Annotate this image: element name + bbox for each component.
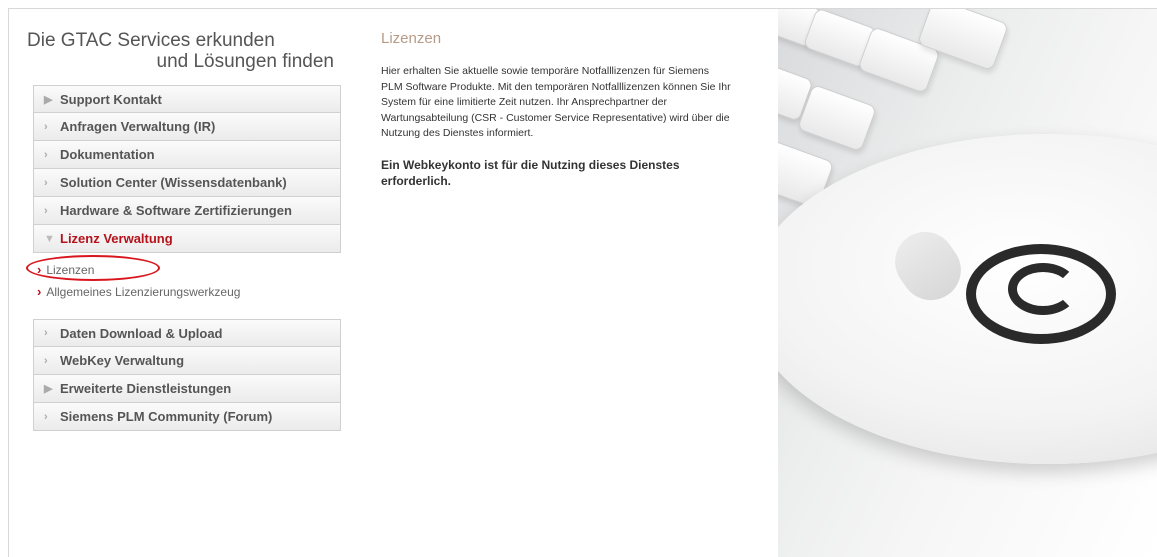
chevron-right-icon: › — [44, 148, 48, 161]
menu-item-lizenz-verwaltung[interactable]: ▼ Lizenz Verwaltung — [33, 225, 341, 253]
chevron-right-icon: › — [44, 204, 48, 217]
chevron-right-icon: › — [44, 410, 48, 423]
content-paragraph: Hier erhalten Sie aktuelle sowie temporä… — [381, 65, 731, 139]
menu-item-label: Dokumentation — [60, 147, 155, 162]
menu-item-label: Solution Center (Wissensdatenbank) — [60, 175, 287, 190]
chevron-right-icon: › — [44, 327, 48, 339]
menu-item-zertifizierungen[interactable]: › Hardware & Software Zertifizierungen — [33, 197, 341, 225]
menu-item-community-forum[interactable]: › Siemens PLM Community (Forum) — [33, 403, 341, 431]
heading-line-2: und Lösungen finden — [156, 51, 335, 72]
chevron-right-icon: › — [44, 354, 48, 367]
highlight-circle — [26, 255, 160, 281]
chevron-right-icon: ▶ — [44, 93, 53, 106]
submenu-item-lizenzierungswerkzeug[interactable]: › Allgemeines Lizenzierungswerkzeug — [37, 284, 240, 299]
chevron-down-icon: ▼ — [44, 232, 55, 245]
menu-item-label: Lizenz Verwaltung — [60, 231, 173, 246]
menu-item-label: Erweiterte Dienstleistungen — [60, 381, 232, 396]
heading-line-1: Die GTAC Services erkunden — [27, 30, 275, 51]
chevron-right-icon: › — [37, 284, 42, 299]
menu-item-anfragen-verwaltung[interactable]: › Anfragen Verwaltung (IR) — [33, 113, 341, 141]
main-content: Lizenzen Hier erhalten Sie aktuelle sowi… — [381, 30, 731, 189]
chevron-right-icon: ▶ — [44, 383, 53, 395]
menu-item-dokumentation[interactable]: › Dokumentation — [33, 141, 341, 169]
chevron-right-icon: › — [44, 120, 48, 133]
content-note: Ein Webkeykonto ist für die Nutzing dies… — [381, 157, 680, 188]
menu-item-label: Daten Download & Upload — [60, 325, 223, 341]
menu-item-support-kontakt[interactable]: ▶ Support Kontakt — [33, 85, 341, 113]
page-heading: Die GTAC Services erkunden und Lösungen … — [27, 30, 337, 72]
copyright-c-icon — [1008, 263, 1078, 315]
menu-item-label: Anfragen Verwaltung (IR) — [60, 119, 216, 134]
menu-item-label: Hardware & Software Zertifizierungen — [60, 203, 292, 218]
submenu-item-label: Allgemeines Lizenzierungswerkzeug — [46, 284, 241, 299]
sidebar-menu: ▶ Support Kontakt › Anfragen Verwaltung … — [26, 85, 341, 431]
menu-item-solution-center[interactable]: › Solution Center (Wissensdatenbank) — [33, 169, 341, 197]
content-title: Lizenzen — [381, 30, 442, 47]
menu-item-label: Support Kontakt — [60, 91, 162, 107]
keyboard-key — [796, 83, 878, 153]
menu-item-label: Siemens PLM Community (Forum) — [60, 409, 273, 424]
menu-item-label: WebKey Verwaltung — [60, 353, 185, 368]
hero-image — [778, 9, 1157, 557]
submenu-lizenz-verwaltung: › Lizenzen › Allgemeines Lizenzierungswe… — [26, 253, 341, 319]
menu-item-erweiterte-dienstleistungen[interactable]: ▶ Erweiterte Dienstleistungen — [33, 375, 341, 403]
menu-item-daten-download[interactable]: › Daten Download & Upload — [33, 319, 341, 347]
menu-item-webkey-verwaltung[interactable]: › WebKey Verwaltung — [33, 347, 341, 375]
chevron-right-icon: › — [44, 176, 48, 189]
